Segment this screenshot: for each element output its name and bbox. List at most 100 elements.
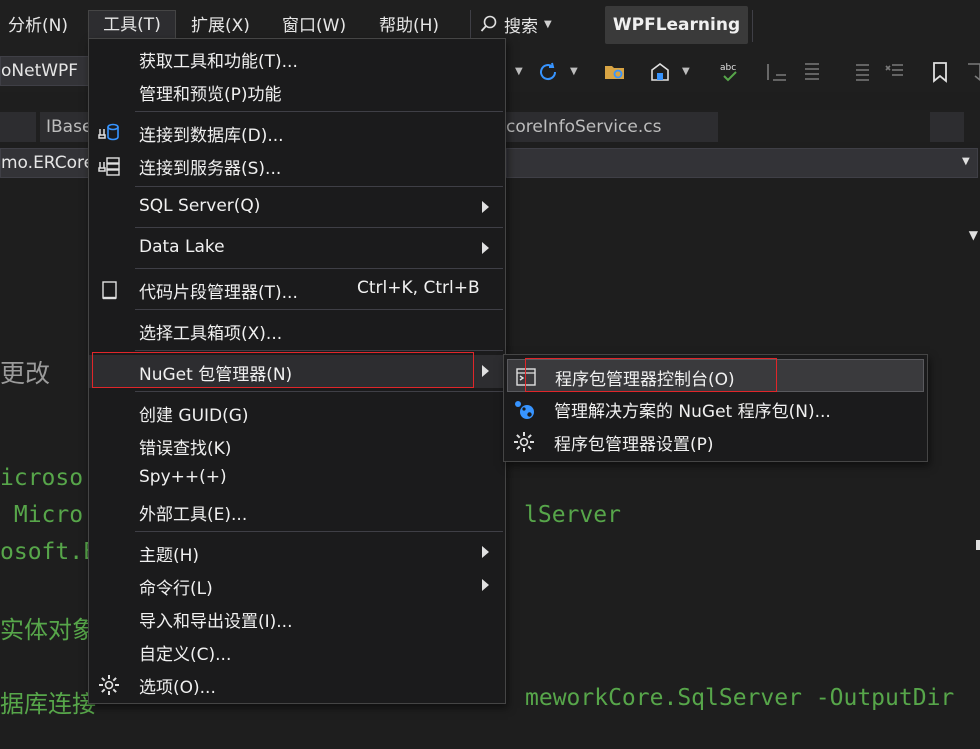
menu-item-import-export[interactable]: 导入和导出设置(I)... (89, 602, 505, 635)
chevron-down-icon: ▼ (544, 18, 552, 30)
submenu-arrow-icon (482, 201, 489, 213)
uncomment-icon[interactable] (882, 60, 906, 84)
menu-item-label: 选项(O)... (139, 678, 216, 698)
tab-document[interactable] (0, 112, 36, 142)
search-box[interactable]: 搜索 ▼ (480, 10, 552, 38)
chevron-down-icon[interactable]: ▼ (515, 66, 523, 77)
menu-item-spy[interactable]: Spy++(+) (89, 462, 505, 495)
startup-project-combo[interactable]: oNetWPF (0, 56, 92, 86)
menu-item-external-tools[interactable]: 外部工具(E)... (89, 495, 505, 528)
submenu-arrow-icon (482, 579, 489, 591)
menu-item-label: 主题(H) (139, 546, 200, 566)
gear-icon (99, 675, 119, 695)
search-label: 搜索 (504, 16, 538, 37)
member-nav-combo[interactable] (506, 148, 978, 178)
annotation-highlight (525, 358, 777, 392)
search-icon (480, 15, 497, 32)
chevron-down-icon[interactable]: ▼ (570, 66, 578, 77)
menu-item-label: 管理解决方案的 NuGet 程序包(N)... (554, 402, 831, 422)
tab-document[interactable]: coreInfoService.cs (506, 112, 718, 142)
menu-item-label: 代码片段管理器(T)... (139, 283, 298, 303)
database-connect-icon (98, 123, 119, 141)
menu-item-label: Spy++(+) (139, 467, 227, 487)
menu-separator (135, 531, 503, 532)
code-comment: 实体对象 (0, 616, 96, 644)
tab-list-dropdown-icon[interactable]: ▼ (969, 228, 978, 242)
menu-item-label: 自定义(C)... (139, 645, 232, 665)
submenu-arrow-icon (482, 546, 489, 558)
menu-item-create-guid[interactable]: 创建 GUID(G) (89, 396, 505, 429)
code-line: lServer (524, 502, 621, 528)
nuget-icon (515, 401, 534, 419)
menu-separator (135, 268, 503, 269)
menu-window[interactable]: 窗口(W) (276, 14, 352, 38)
menu-separator (135, 391, 503, 392)
refresh-icon[interactable] (536, 60, 560, 84)
indent-icon[interactable] (765, 60, 789, 84)
menu-separator (135, 309, 503, 310)
menu-item-snippet-manager[interactable]: 代码片段管理器(T)... Ctrl+K, Ctrl+B (89, 273, 505, 306)
solution-title: WPFLearning (605, 6, 748, 44)
menu-item-manage-preview[interactable]: 管理和预览(P)功能 (89, 75, 505, 108)
menu-separator (135, 227, 503, 228)
menu-item-label: 连接到数据库(D)... (139, 126, 284, 146)
menu-item-data-lake[interactable]: Data Lake (89, 232, 505, 265)
menu-separator (135, 186, 503, 187)
code-line: meworkCore.SqlServer -OutputDir (525, 685, 955, 711)
menu-item-theme[interactable]: 主题(H) (89, 536, 505, 569)
menu-item-label: 管理和预览(P)功能 (139, 85, 282, 105)
snippet-icon (102, 281, 117, 300)
menu-item-label: 命令行(L) (139, 579, 213, 599)
menu-item-customize[interactable]: 自定义(C)... (89, 635, 505, 668)
menu-item-connect-database[interactable]: 连接到数据库(D)... (89, 116, 505, 149)
menu-item-label: 错误查找(K) (139, 439, 232, 459)
tab-document[interactable]: IBase (40, 112, 90, 142)
menu-item-options[interactable]: 选项(O)... (89, 668, 505, 701)
folder-search-icon[interactable] (603, 60, 627, 84)
menu-separator (135, 350, 503, 351)
comment-icon[interactable] (848, 60, 872, 84)
svg-text:abc: abc (720, 63, 736, 73)
submenu-arrow-icon (482, 365, 489, 377)
menu-item-error-lookup[interactable]: 错误查找(K) (89, 429, 505, 462)
scroll-marker (976, 540, 980, 550)
menu-help[interactable]: 帮助(H) (373, 14, 445, 38)
tab-overflow[interactable] (930, 112, 964, 142)
menu-separator (135, 111, 503, 112)
menu-item-choose-toolbox[interactable]: 选择工具箱项(X)... (89, 314, 505, 347)
bookmark-prev-icon[interactable] (960, 60, 980, 84)
editor-text: 更改 (0, 360, 51, 388)
annotation-highlight (92, 352, 474, 388)
menu-item-shortcut: Ctrl+K, Ctrl+B (357, 278, 480, 298)
code-line: icroso (0, 465, 84, 491)
menu-item-label: SQL Server(Q) (139, 196, 261, 216)
menu-item-label: 获取工具和功能(T)... (139, 52, 298, 72)
submenu-item-package-settings[interactable]: 程序包管理器设置(P) (504, 425, 927, 458)
spellcheck-icon[interactable]: abc (718, 60, 742, 84)
menu-item-label: Data Lake (139, 237, 225, 257)
menu-item-label: 外部工具(E)... (139, 505, 248, 525)
menu-tools[interactable]: 工具(T) (88, 10, 176, 40)
gear-icon (514, 432, 534, 452)
menu-item-label: 程序包管理器设置(P) (554, 435, 714, 455)
project-nav-combo[interactable]: mo.ERCore (0, 148, 92, 178)
menu-item-sql-server[interactable]: SQL Server(Q) (89, 191, 505, 224)
chevron-down-icon[interactable]: ▼ (962, 156, 970, 167)
code-comment: 据库连接 (0, 690, 96, 718)
server-connect-icon (98, 157, 120, 176)
submenu-item-manage-nuget[interactable]: 管理解决方案的 NuGet 程序包(N)... (504, 392, 927, 425)
menu-item-command-line[interactable]: 命令行(L) (89, 569, 505, 602)
code-line: Micro (0, 502, 84, 528)
outdent-icon[interactable] (800, 60, 824, 84)
menu-item-connect-server[interactable]: 连接到服务器(S)... (89, 149, 505, 182)
window-layout-icon[interactable] (648, 60, 672, 84)
bookmark-icon[interactable] (928, 60, 952, 84)
menu-item-label: 创建 GUID(G) (139, 406, 249, 426)
menu-extensions[interactable]: 扩展(X) (185, 14, 256, 38)
chevron-down-icon[interactable]: ▼ (682, 66, 690, 77)
submenu-arrow-icon (482, 242, 489, 254)
menu-analyze[interactable]: 分析(N) (2, 14, 74, 38)
menu-item-label: 选择工具箱项(X)... (139, 324, 283, 344)
menu-item-label: 导入和导出设置(I)... (139, 612, 293, 632)
menu-item-get-tools[interactable]: 获取工具和功能(T)... (89, 42, 505, 75)
